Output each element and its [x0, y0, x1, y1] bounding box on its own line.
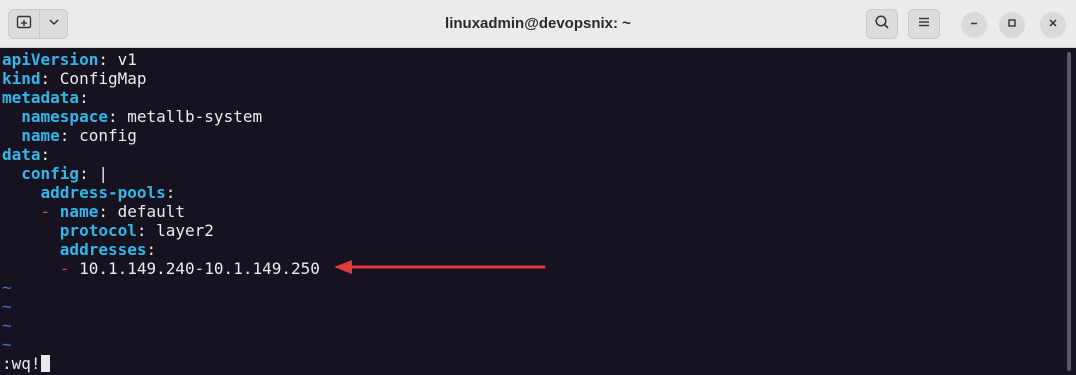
yaml-key: metadata: [2, 88, 80, 107]
minimize-button[interactable]: [961, 12, 987, 38]
empty-line-marker: ~: [2, 316, 12, 335]
yaml-value: default: [117, 202, 186, 221]
yaml-line-10: addresses:: [59, 240, 157, 259]
yaml-key: config: [21, 164, 80, 183]
address-range-value: 10.1.149.240-10.1.149.250: [79, 259, 320, 278]
search-button[interactable]: [866, 9, 898, 39]
new-tab-icon: [16, 14, 32, 35]
yaml-line-9: protocol: layer2: [59, 221, 214, 240]
scrollbar-thumb[interactable]: [1067, 52, 1071, 371]
yaml-line-6: config: |: [21, 164, 108, 183]
yaml-line-1: kind: ConfigMap: [2, 69, 147, 88]
hamburger-menu-icon: [917, 15, 931, 34]
maximize-button[interactable]: [999, 12, 1025, 38]
yaml-line-8: - name: default: [40, 202, 186, 221]
yaml-line-11: - 10.1.149.240-10.1.149.250: [2, 259, 320, 278]
text-cursor: [40, 355, 50, 372]
yaml-line-5: data:: [2, 145, 51, 164]
yaml-key: data: [2, 145, 41, 164]
terminal-window: linuxadmin@devopsnix: ~ apiVersion: v1 k…: [0, 0, 1076, 375]
yaml-value: ConfigMap: [59, 69, 147, 88]
empty-line-marker: ~: [2, 297, 12, 316]
yaml-line-3: namespace: metallb-system: [21, 107, 263, 126]
maximize-icon: [1006, 16, 1018, 34]
close-button[interactable]: [1040, 12, 1066, 38]
yaml-value: v1: [117, 50, 137, 69]
yaml-list-dash: -: [40, 202, 60, 221]
yaml-value: |: [98, 164, 108, 183]
yaml-line-7: address-pools:: [40, 183, 176, 202]
command-line[interactable]: :wq!: [2, 354, 50, 373]
new-tab-button[interactable]: [8, 9, 40, 39]
yaml-list-dash: -: [59, 259, 80, 278]
yaml-line-0: apiVersion: v1: [2, 50, 137, 69]
tab-menu-dropdown-button[interactable]: [40, 9, 68, 39]
yaml-line-4: name: config: [21, 126, 137, 145]
terminal-content[interactable]: apiVersion: v1 kind: ConfigMap metadata:…: [0, 48, 1062, 375]
yaml-key: namespace: [21, 107, 108, 126]
vim-command: :wq!: [2, 354, 41, 373]
empty-line-marker: ~: [2, 278, 12, 297]
search-icon: [874, 14, 890, 35]
yaml-value: metallb-system: [127, 107, 263, 126]
yaml-key: protocol: [59, 221, 137, 240]
title-bar: linuxadmin@devopsnix: ~: [0, 0, 1076, 48]
yaml-value: config: [79, 126, 137, 145]
yaml-key: addresses: [59, 240, 147, 259]
yaml-key: name: [21, 126, 60, 145]
chevron-down-icon: [48, 15, 60, 33]
yaml-key: address-pools: [40, 183, 166, 202]
yaml-key: apiVersion: [2, 50, 99, 69]
yaml-key: name: [59, 202, 99, 221]
menu-button[interactable]: [908, 9, 940, 39]
yaml-key: kind: [2, 69, 41, 88]
annotation-arrow-icon: [334, 260, 546, 274]
scrollbar[interactable]: [1062, 48, 1076, 375]
yaml-line-2: metadata:: [2, 88, 89, 107]
yaml-value: layer2: [156, 221, 214, 240]
minimize-icon: [968, 16, 980, 34]
empty-line-marker: ~: [2, 335, 12, 354]
close-icon: [1047, 16, 1059, 34]
